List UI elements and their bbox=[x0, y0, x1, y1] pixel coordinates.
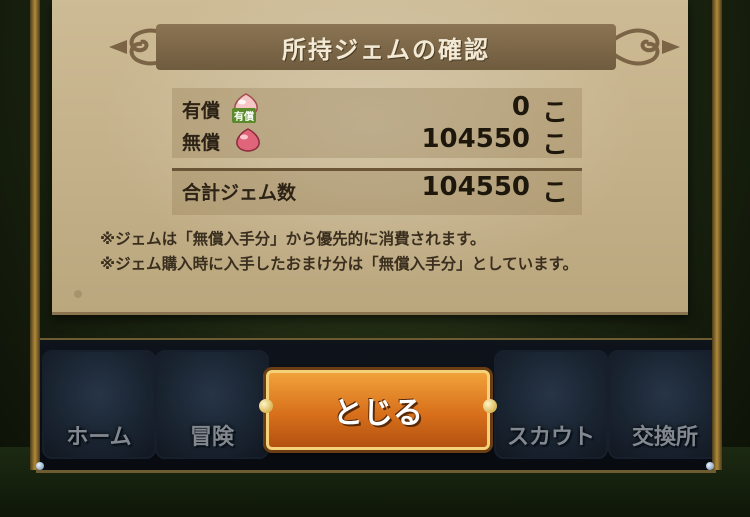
paid-value: 0 bbox=[511, 92, 530, 122]
paid-label: 有償 bbox=[182, 100, 221, 122]
frame-right-border bbox=[712, 0, 722, 470]
paid-badge: 有償 bbox=[232, 108, 256, 123]
total-value: 104550 bbox=[421, 172, 530, 202]
close-button[interactable]: とじる bbox=[259, 370, 497, 450]
frame-corner-right-icon bbox=[706, 462, 714, 470]
title-banner: 所持ジェムの確認 bbox=[156, 24, 616, 70]
frame-left-border bbox=[30, 0, 40, 470]
nav-adventure-label: 冒険 bbox=[189, 425, 234, 450]
total-unit: こ bbox=[541, 178, 568, 208]
nav-home-button[interactable]: ホーム bbox=[42, 350, 156, 459]
note-line-1: ※ジェムは「無償入手分」から優先的に消費されます。 bbox=[100, 230, 486, 248]
nav-home-label: ホーム bbox=[66, 425, 132, 450]
dialog-title: 所持ジェムの確認 bbox=[282, 35, 490, 64]
gem-confirm-dialog: 所持ジェムの確認 有償 有償 0 こ 無償 104550 こ 合計ジェム数 10… bbox=[52, 0, 688, 315]
nav-scout-label: スカウト bbox=[506, 425, 595, 450]
close-button-label: とじる bbox=[333, 396, 423, 431]
free-unit: こ bbox=[541, 130, 568, 160]
nav-adventure-button[interactable]: 冒険 bbox=[155, 350, 269, 459]
free-label: 無償 bbox=[182, 132, 221, 154]
note-line-2: ※ジェム購入時に入手したおまけ分は「無償入手分」としています。 bbox=[100, 255, 579, 273]
nav-exchange-button[interactable]: 交換所 bbox=[608, 350, 722, 459]
nav-scout-button[interactable]: スカウト bbox=[494, 350, 608, 459]
corner-ornament-icon bbox=[74, 290, 82, 298]
nav-exchange-label: 交換所 bbox=[631, 425, 698, 450]
gem-table: 有償 有償 0 こ 無償 104550 こ 合計ジェム数 104550 こ bbox=[172, 88, 582, 215]
free-gem-icon bbox=[236, 128, 260, 152]
free-value: 104550 bbox=[421, 124, 530, 154]
total-label: 合計ジェム数 bbox=[182, 182, 297, 204]
frame-corner-left-icon bbox=[36, 462, 44, 470]
